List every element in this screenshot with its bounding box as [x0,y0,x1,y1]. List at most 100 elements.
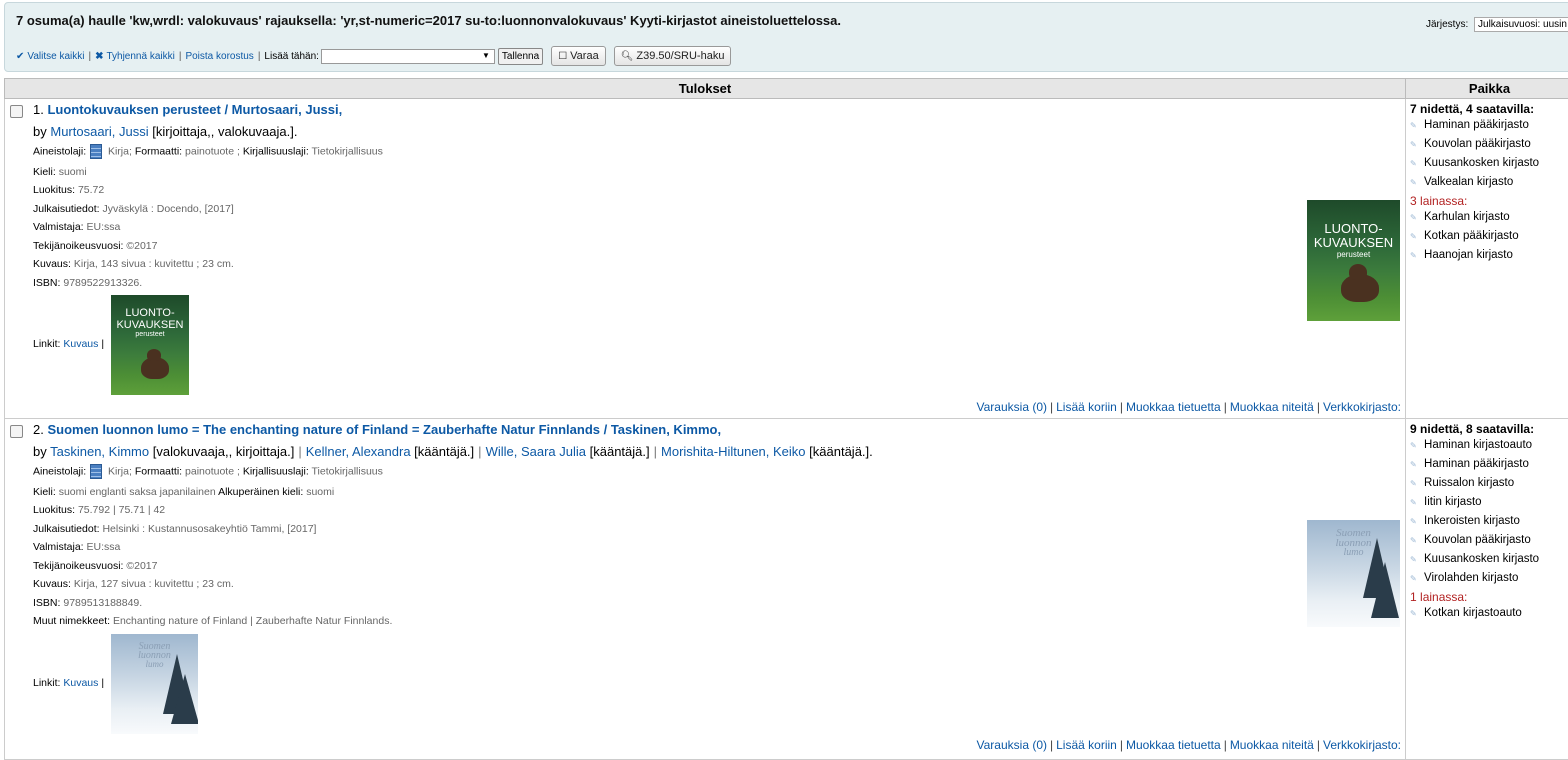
record-type-line: Aineistolaji: Kirja; Formaatti: painotuo… [33,144,383,159]
holds-link[interactable]: Varauksia (0) [977,400,1047,414]
table-row: 1. Luontokuvauksen perusteet / Murtosaar… [5,99,1568,419]
remove-highlight-link[interactable]: Poista korostus [185,51,253,62]
record-links: Linkit: Kuvaus | [33,338,104,350]
checkbox-icon: ☐ [558,51,567,62]
library-item[interactable]: ✎Karhulan kirjasto [1410,211,1568,227]
author-link[interactable]: Kellner, Alexandra [306,444,411,459]
record-number: 2. [33,422,44,437]
online-library-link[interactable]: Verkkokirjasto: [1323,738,1401,752]
add-to-cart-link[interactable]: Lisää koriin [1056,738,1117,752]
record-publication: Julkaisutiedot: Jyväskylä : Docendo, [20… [33,203,234,215]
author-link[interactable]: Wille, Saara Julia [486,444,586,459]
location-icon: ✎ [1410,159,1419,168]
record-isbn: ISBN: 9789522913326. [33,277,142,289]
library-item[interactable]: ✎Kuusankosken kirjasto [1410,553,1568,569]
author-link[interactable]: Murtosaari, Jussi [50,124,148,139]
search-summary: 7 osuma(a) haulle 'kw,wrdl: valokuvaus' … [16,13,841,28]
results-table: Tulokset Paikka 1. Luontokuvauksen perus… [4,78,1568,760]
column-header-place: Paikka [1406,79,1568,99]
description-link[interactable]: Kuvaus [63,677,98,689]
library-item[interactable]: ✎Haanojan kirjasto [1410,249,1568,265]
select-all-link[interactable]: ✔Valitse kaikki [16,51,84,62]
clear-all-link[interactable]: ✖Tyhjennä kaikki [95,51,175,62]
sort-select[interactable]: Julkaisuvuosi: uusin [1474,17,1568,32]
results-toolbar: ✔Valitse kaikki | ✖Tyhjennä kaikki | Poi… [16,46,731,66]
online-library-link[interactable]: Verkkokirjasto: [1323,400,1401,414]
library-item[interactable]: ✎Kouvolan pääkirjasto [1410,534,1568,550]
search-icon: 🔍︎ [621,51,634,62]
record-checkbox[interactable] [10,105,23,118]
save-button[interactable]: Tallenna [498,48,543,65]
by-label: by [33,444,47,459]
author-link[interactable]: Morishita-Hiltunen, Keiko [661,444,806,459]
record-type-line: Aineistolaji: Kirja; Formaatti: painotuo… [33,464,383,479]
library-item[interactable]: ✎Ruissalon kirjasto [1410,477,1568,493]
record-copyright: Tekijänoikeusvuosi: ©2017 [33,240,158,252]
record-title-link[interactable]: Suomen luonnon lumo = The enchanting nat… [47,422,721,437]
record-language: Kieli: suomi [33,166,87,178]
library-item[interactable]: ✎Kotkan kirjastoauto [1410,607,1568,623]
location-icon: ✎ [1410,460,1419,469]
library-item[interactable]: ✎Haminan pääkirjasto [1410,119,1568,135]
location-icon: ✎ [1410,121,1419,130]
library-item[interactable]: ✎Haminan kirjastoauto [1410,439,1568,455]
record-title: 2. Suomen luonnon lumo = The enchanting … [33,422,721,437]
check-icon: ✔ [16,51,24,62]
dropdown-arrow-icon: ▼ [482,51,490,60]
location-icon: ✎ [1410,232,1419,241]
location-icon: ✎ [1410,178,1419,187]
availability-summary: 9 nidettä, 8 saatavilla: [1410,422,1568,436]
record-authors: by Taskinen, Kimmo [valokuvaaja,, kirjoi… [33,444,873,459]
record-copyright: Tekijänoikeusvuosi: ©2017 [33,560,158,572]
edit-items-link[interactable]: Muokkaa niteitä [1230,400,1314,414]
record-links: Linkit: Kuvaus | [33,677,104,689]
record-checkbox[interactable] [10,425,23,438]
location-icon: ✎ [1410,251,1419,260]
description-link[interactable]: Kuvaus [63,338,98,350]
holds-link[interactable]: Varauksia (0) [977,738,1047,752]
record-actions: Varauksia (0)|Lisää koriin|Muokkaa tietu… [977,400,1402,414]
cover-thumbnail[interactable]: LUONTO- KUVAUKSEN perusteet [111,295,189,395]
toolbar-separator: | [179,51,182,62]
library-item[interactable]: ✎Kotkan pääkirjasto [1410,230,1568,246]
cover-image[interactable]: Suomen luonnon lumo [1307,520,1400,627]
library-item[interactable]: ✎Iitin kirjasto [1410,496,1568,512]
add-to-cart-link[interactable]: Lisää koriin [1056,400,1117,414]
record-classification: Luokitus: 75.792 | 75.71 | 42 [33,504,165,516]
record-title-link[interactable]: Luontokuvauksen perusteet / Murtosaari, … [47,102,342,117]
location-icon: ✎ [1410,517,1419,526]
hold-button[interactable]: ☐Varaa [551,46,606,66]
edit-record-link[interactable]: Muokkaa tietuetta [1126,738,1221,752]
add-to-list-select[interactable]: ▼ [321,49,495,64]
library-item[interactable]: ✎Inkeroisten kirjasto [1410,515,1568,531]
table-row: 2. Suomen luonnon lumo = The enchanting … [5,419,1568,760]
library-item[interactable]: ✎Valkealan kirjasto [1410,176,1568,192]
availability-cell: 9 nidettä, 8 saatavilla: ✎Haminan kirjas… [1406,419,1568,760]
checked-out-label: 3 lainassa: [1410,194,1568,208]
record-cell: 1. Luontokuvauksen perusteet / Murtosaar… [5,99,1406,419]
record-number: 1. [33,102,44,117]
sort-label: Järjestys: [1426,19,1468,30]
location-icon: ✎ [1410,213,1419,222]
cover-thumbnail[interactable]: Suomen luonnon lumo [111,634,198,734]
location-icon: ✎ [1410,479,1419,488]
library-item[interactable]: ✎Virolahden kirjasto [1410,572,1568,588]
results-header-panel: 7 osuma(a) haulle 'kw,wrdl: valokuvaus' … [4,2,1568,72]
z3950-search-button[interactable]: 🔍︎Z39.50/SRU-haku [614,46,732,66]
edit-record-link[interactable]: Muokkaa tietuetta [1126,400,1221,414]
location-icon: ✎ [1410,555,1419,564]
location-icon: ✎ [1410,441,1419,450]
library-item[interactable]: ✎Kuusankosken kirjasto [1410,157,1568,173]
toolbar-separator: | [88,51,91,62]
location-icon: ✎ [1410,609,1419,618]
author-link[interactable]: Taskinen, Kimmo [50,444,149,459]
cover-image[interactable]: LUONTO- KUVAUKSEN perusteet [1307,200,1400,321]
x-icon: ✖ [95,51,103,62]
location-icon: ✎ [1410,498,1419,507]
record-description: Kuvaus: Kirja, 127 sivua : kuvitettu ; 2… [33,578,234,590]
library-item[interactable]: ✎Kouvolan pääkirjasto [1410,138,1568,154]
record-other-titles: Muut nimekkeet: Enchanting nature of Fin… [33,615,392,627]
availability-summary: 7 nidettä, 4 saatavilla: [1410,102,1568,116]
library-item[interactable]: ✎Haminan pääkirjasto [1410,458,1568,474]
edit-items-link[interactable]: Muokkaa niteitä [1230,738,1314,752]
